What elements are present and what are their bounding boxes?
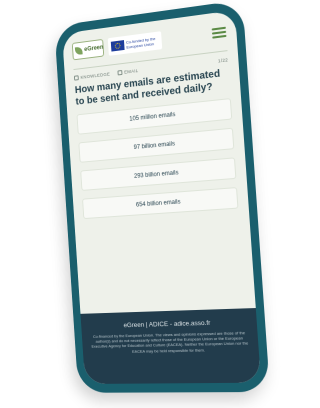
eu-funding-logo: Co-funded by the European Union: [107, 31, 163, 56]
phone-mockup: eGreen Co-funded by the European Union K…: [54, 0, 271, 393]
egreen-logo[interactable]: eGreen: [71, 38, 105, 61]
answer-option-2[interactable]: 97 billion emails: [78, 127, 235, 163]
answer-list: 105 million emails 97 billion emails 293…: [76, 98, 239, 220]
leaf-icon: [74, 46, 83, 56]
eu-logo-text: Co-funded by the European Union: [125, 35, 156, 50]
eu-flag-icon: [110, 40, 125, 52]
hamburger-menu-icon[interactable]: [211, 26, 227, 39]
footer-site: eGreen | ADICE - adice.asso.fr: [88, 319, 248, 331]
knowledge-icon: [73, 75, 79, 81]
category-tag-knowledge: KNOWLEDGE: [73, 71, 110, 81]
phone-frame: eGreen Co-funded by the European Union K…: [54, 0, 271, 393]
footer-brand: eGreen | ADICE -: [123, 320, 175, 330]
footer-link[interactable]: adice.asso.fr: [174, 320, 211, 328]
app-screen: eGreen Co-funded by the European Union K…: [62, 10, 262, 384]
footer: eGreen | ADICE - adice.asso.fr Co-financ…: [80, 308, 262, 384]
top-bar: eGreen Co-funded by the European Union: [71, 20, 227, 64]
footer-disclaimer: Co-financed by the European Union. The v…: [91, 330, 249, 354]
question-counter: 1/22: [217, 57, 229, 64]
answer-option-3[interactable]: 293 billion emails: [80, 157, 237, 191]
category-tag-email: EMAIL: [117, 68, 139, 76]
egreen-logo-text: eGreen: [84, 44, 104, 54]
answer-option-4[interactable]: 654 billion emails: [82, 187, 239, 220]
email-icon: [117, 69, 123, 76]
